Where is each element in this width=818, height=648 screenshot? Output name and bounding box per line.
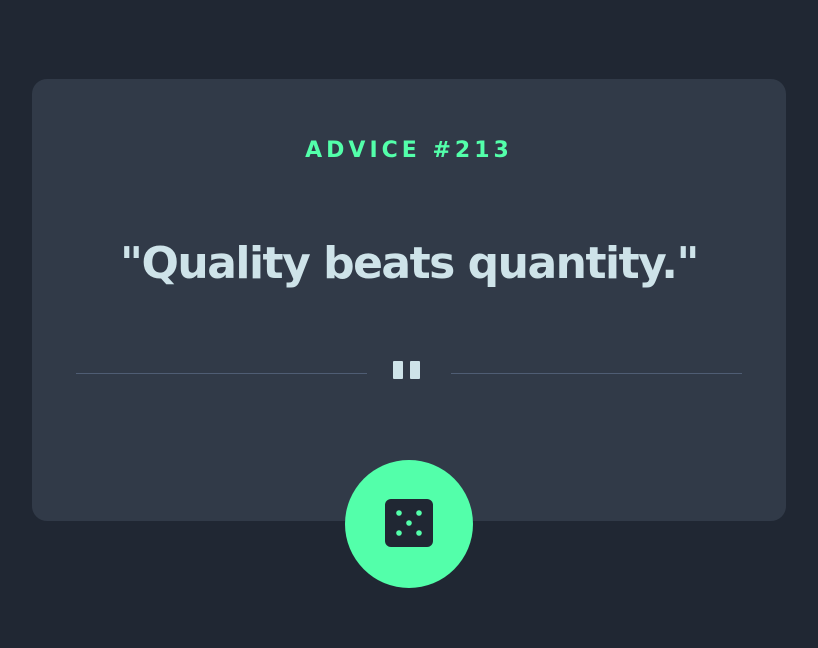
divider-right [451, 373, 742, 374]
pause-icon [393, 361, 421, 379]
divider-left [76, 373, 367, 374]
advice-quote: "Quality beats quantity." [120, 238, 699, 289]
pause-bar-left [393, 361, 403, 379]
pause-bar-right [410, 361, 420, 379]
dice-icon [385, 499, 433, 547]
new-advice-button[interactable] [345, 460, 473, 588]
advice-id-label: ADVICE #213 [305, 138, 513, 163]
